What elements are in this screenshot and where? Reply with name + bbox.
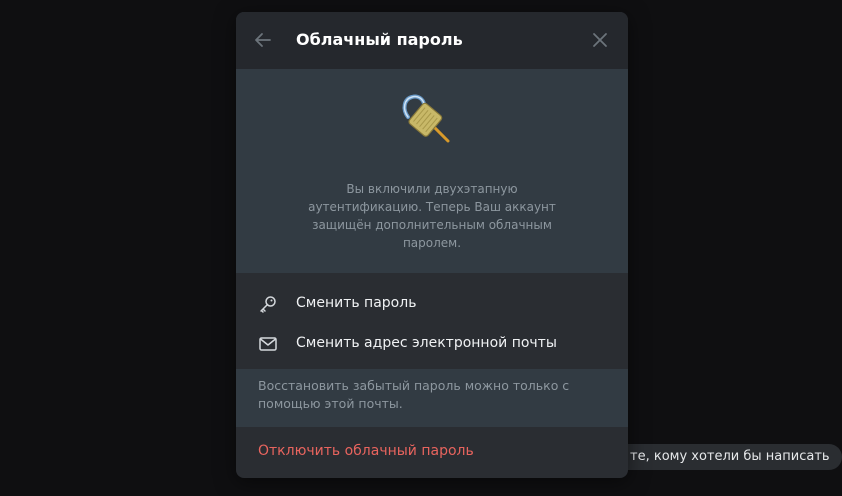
padlock-icon	[402, 94, 450, 143]
disable-cloud-password-button[interactable]: Отключить облачный пароль	[258, 440, 474, 462]
close-button[interactable]	[590, 30, 610, 50]
dialog-header: Облачный пароль	[236, 12, 628, 69]
hero-section: Вы включили двухэтапную аутентификацию. …	[236, 69, 628, 273]
hero-description: Вы включили двухэтапную аутентификацию. …	[308, 182, 556, 250]
back-button[interactable]	[252, 29, 274, 51]
change-email-item[interactable]: Сменить адрес электронной почты	[236, 324, 628, 364]
change-password-label: Сменить пароль	[296, 295, 417, 311]
settings-menu: Сменить пароль Сменить адрес электронной…	[236, 273, 628, 369]
change-password-item[interactable]: Сменить пароль	[236, 284, 628, 324]
dialog-title: Облачный пароль	[296, 30, 463, 49]
cloud-password-dialog: Облачный пароль Вы включили двухэтапную …	[236, 12, 628, 478]
envelope-icon	[259, 337, 277, 351]
close-icon	[593, 33, 607, 47]
change-email-label: Сменить адрес электронной почты	[296, 335, 557, 351]
recovery-note: Восстановить забытый пароль можно только…	[236, 369, 628, 427]
arrow-left-icon	[255, 33, 271, 47]
key-icon	[260, 296, 276, 313]
